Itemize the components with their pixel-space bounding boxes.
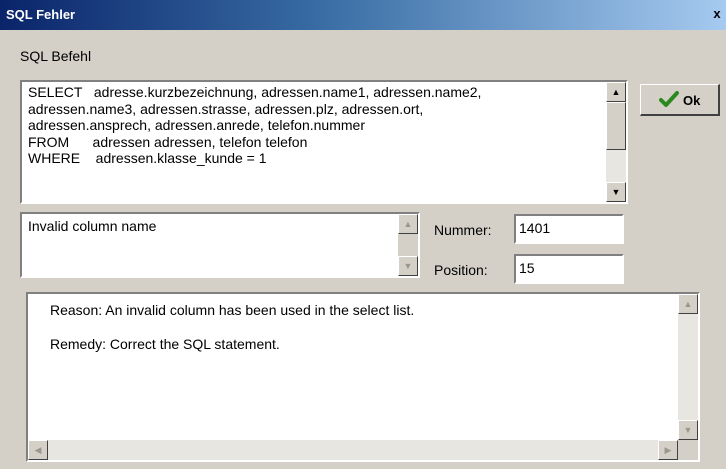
details-vertical-scrollbar[interactable]: ▲ ▼ [678,294,698,440]
sql-vertical-scrollbar[interactable]: ▲ ▼ [606,82,626,202]
scroll-left-button[interactable]: ◀ [28,440,48,460]
checkmark-icon [659,91,679,107]
sql-line: adressen.name3, adressen.strasse, adress… [28,100,424,117]
sql-command-textbox[interactable]: SELECT adresse.kurzbezeichnung, adressen… [20,80,628,204]
scroll-right-button[interactable]: ▶ [658,440,678,460]
ok-button[interactable]: Ok [640,84,720,116]
scroll-up-button[interactable]: ▲ [606,82,626,102]
sql-line: adressen.ansprech, adressen.anrede, tele… [28,117,365,133]
error-message-text: Invalid column name [28,218,157,234]
window-title: SQL Fehler [6,7,76,22]
ok-button-label: Ok [683,92,701,108]
reason-text: Reason: An invalid column has been used … [50,302,415,318]
scrollbar-corner [678,440,698,460]
scroll-up-button[interactable]: ▲ [398,214,418,234]
error-vertical-scrollbar[interactable]: ▲ ▼ [398,214,418,276]
nummer-field[interactable]: 1401 [514,214,624,244]
remedy-text: Remedy: Correct the SQL statement. [50,336,280,352]
position-field[interactable]: 15 [514,254,624,284]
scroll-thumb[interactable] [606,102,626,150]
scroll-down-button[interactable]: ▼ [678,420,698,440]
error-message-box[interactable]: Invalid column name ▲ ▼ [20,212,420,278]
scroll-up-button[interactable]: ▲ [678,294,698,314]
sql-line: WHERE adressen.klasse_kunde = 1 [28,150,267,166]
sql-line: SELECT adresse.kurzbezeichnung, adressen… [28,84,482,100]
sql-line: FROM adressen adressen, telefon telefon [28,133,308,150]
title-bar: SQL Fehler x [0,0,726,30]
details-text: Reason: An invalid column has been used … [50,302,414,370]
scroll-down-button[interactable]: ▼ [606,182,626,202]
position-label: Position: [434,262,488,278]
nummer-label: Nummer: [434,222,492,238]
sql-command-label: SQL Befehl [20,48,92,64]
close-button[interactable]: x [710,6,724,22]
scroll-down-button[interactable]: ▼ [398,256,418,276]
details-horizontal-scrollbar[interactable]: ◀ ▶ [28,440,678,460]
error-details-box[interactable]: Reason: An invalid column has been used … [26,292,700,462]
sql-command-text: SELECT adresse.kurzbezeichnung, adressen… [28,84,596,167]
